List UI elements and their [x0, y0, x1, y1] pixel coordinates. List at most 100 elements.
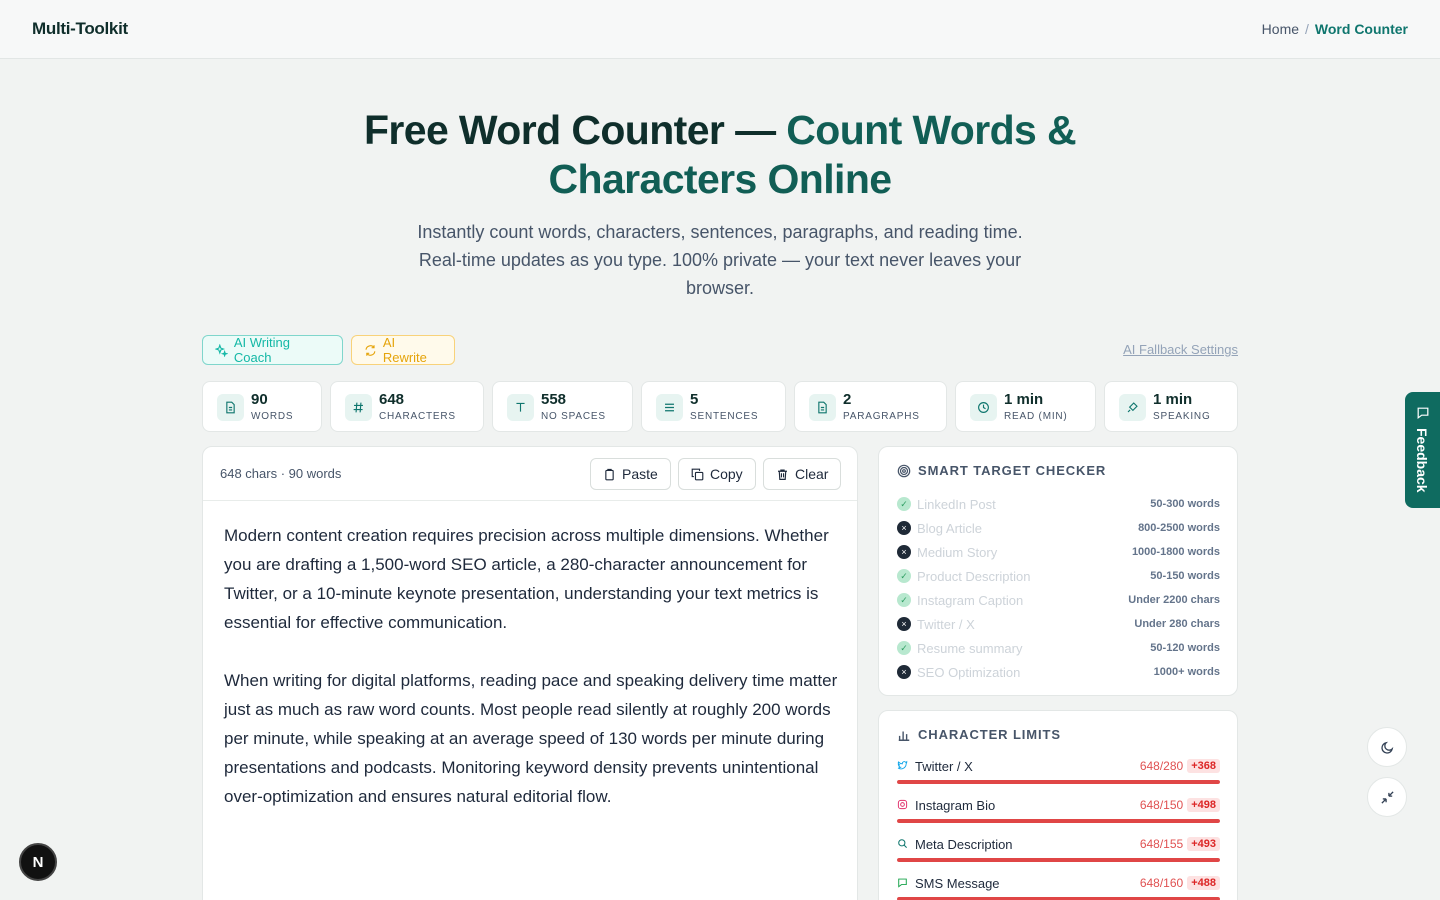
- target-row: ✓ Instagram Caption Under 2200 chars: [897, 592, 1220, 608]
- check-icon: ✓: [897, 641, 911, 655]
- smart-target-checker-panel: SMART TARGET CHECKER ✓ LinkedIn Post 50-30…: [878, 446, 1238, 696]
- paste-label: Paste: [622, 466, 658, 482]
- ai-writing-coach-label: AI Writing Coach: [233, 335, 290, 365]
- limit-progress-fill: [897, 858, 1220, 862]
- moon-icon: [1380, 741, 1393, 754]
- top-bar: Multi-Toolkit Home / Word Counter: [0, 0, 1440, 59]
- ai-writing-coach-button[interactable]: AI Writing Coach: [202, 335, 343, 365]
- check-icon: ✓: [897, 569, 911, 583]
- title-part1: Free Word Counter —: [363, 107, 787, 153]
- character-limits-panel: CHARACTER LIMITS Twitter / X 648/280 +368 I…: [878, 710, 1238, 900]
- stat-card-characters: 648 CHARACTERS: [330, 381, 484, 432]
- panel-title-text: SMART TARGET CHECKER: [918, 463, 1107, 478]
- clipboard-icon: [605, 468, 614, 480]
- title-part2: Count Words &: [786, 107, 1077, 153]
- target-row: × Twitter / X Under 280 chars: [897, 616, 1220, 632]
- target-name: Blog Article: [917, 520, 983, 536]
- stat-label: SPEAKING: [1153, 411, 1211, 422]
- message-icon: [897, 877, 909, 889]
- limit-count: 648/280: [1139, 759, 1184, 773]
- target-requirement: 800-2500 words: [1138, 522, 1220, 534]
- breadcrumb-separator: /: [1305, 21, 1309, 37]
- minimize-button[interactable]: [1367, 777, 1407, 817]
- limit-count: 648/155: [1139, 837, 1184, 851]
- stat-label: NO SPACES: [541, 411, 606, 422]
- paste-button[interactable]: Paste: [590, 458, 671, 490]
- limit-header: Meta Description 648/155 +493: [897, 835, 1220, 853]
- target-requirement: 1000+ words: [1153, 666, 1220, 678]
- dark-mode-toggle[interactable]: [1367, 727, 1407, 767]
- panel-title: SMART TARGET CHECKER: [897, 463, 1106, 478]
- breadcrumb-home-link[interactable]: Home: [1262, 21, 1299, 37]
- page-subtitle: Instantly count words, characters, sente…: [417, 222, 1023, 298]
- mic-icon: [1119, 394, 1146, 421]
- x-icon: ×: [897, 521, 911, 535]
- bar-chart-icon: [898, 731, 910, 741]
- editor-toolbar: 648 chars · 90 words Paste Copy Clear: [203, 447, 857, 501]
- nextjs-badge[interactable]: N: [19, 843, 57, 881]
- target-requirement: 50-150 words: [1150, 570, 1220, 582]
- limit-progress-track: [897, 858, 1220, 862]
- target-name: Instagram Caption: [917, 592, 1024, 608]
- limit-overflow-badge: +488: [1187, 876, 1220, 890]
- brand-logo[interactable]: Multi-Toolkit: [32, 19, 128, 39]
- text-editor-card: 648 chars · 90 words Paste Copy Clear Mo…: [202, 446, 858, 900]
- breadcrumb: Home / Word Counter: [1262, 21, 1408, 37]
- twitter-icon: [897, 760, 909, 772]
- target-requirement: 1000-1800 words: [1131, 546, 1220, 558]
- stat-label: WORDS: [251, 411, 294, 422]
- message-square-icon: [1417, 407, 1429, 420]
- breadcrumb-current: Word Counter: [1314, 21, 1408, 37]
- clear-label: Clear: [795, 466, 829, 482]
- target-row: × SEO Optimization 1000+ words: [897, 664, 1220, 680]
- target-icon: [897, 464, 911, 477]
- limit-name: SMS Message: [915, 875, 1000, 891]
- ai-rewrite-button[interactable]: AI Rewrite: [351, 335, 455, 365]
- stat-value: 558: [541, 391, 567, 408]
- sparkle-icon: [215, 343, 228, 357]
- limit-name: Twitter / X: [915, 758, 973, 774]
- lines-icon: [656, 394, 683, 421]
- limit-name: Instagram Bio: [915, 797, 996, 813]
- search-icon: [897, 838, 909, 850]
- target-row: ✓ Resume summary 50-120 words: [897, 640, 1220, 656]
- feedback-tab[interactable]: Feedback: [1405, 392, 1440, 508]
- limit-overflow-badge: +368: [1187, 759, 1220, 773]
- clear-button[interactable]: Clear: [763, 458, 842, 490]
- limit-count: 648/160: [1139, 876, 1184, 890]
- limit-row: Instagram Bio 648/150 +498: [897, 796, 1220, 823]
- copy-button[interactable]: Copy: [678, 458, 756, 490]
- limit-row: Meta Description 648/155 +493: [897, 835, 1220, 862]
- title-line2: Characters Online: [548, 156, 893, 202]
- editor-textarea[interactable]: Modern content creation requires precisi…: [224, 521, 840, 840]
- stat-value: 648: [379, 391, 405, 408]
- minimize-icon: [1380, 790, 1394, 804]
- stat-value: 90: [251, 391, 268, 408]
- check-icon: ✓: [897, 593, 911, 607]
- target-row: ✓ Product Description 50-150 words: [897, 568, 1220, 584]
- limit-name: Meta Description: [915, 836, 1013, 852]
- instagram-icon: [897, 799, 909, 811]
- stat-value: 5: [690, 391, 699, 408]
- stat-card-speaking: 1 min SPEAKING: [1104, 381, 1238, 432]
- refresh-icon: [365, 344, 376, 356]
- text-icon: [507, 394, 534, 421]
- target-name: LinkedIn Post: [917, 496, 996, 512]
- limit-progress-fill: [897, 819, 1220, 823]
- stat-label: PARAGRAPHS: [843, 411, 920, 422]
- target-name: Resume summary: [917, 640, 1023, 656]
- limit-header: SMS Message 648/160 +488: [897, 874, 1220, 892]
- target-requirement: 50-300 words: [1150, 498, 1220, 510]
- editor-paragraph: Modern content creation requires precisi…: [224, 526, 829, 632]
- stat-card-sentences: 5 SENTENCES: [641, 381, 786, 432]
- stat-value: 2: [843, 391, 852, 408]
- editor-counts: 648 chars · 90 words: [220, 466, 342, 481]
- ai-fallback-settings-link[interactable]: AI Fallback Settings: [1123, 342, 1238, 357]
- stat-card-read-time: 1 min READ (MIN): [955, 381, 1096, 432]
- limit-overflow-badge: +498: [1187, 798, 1220, 812]
- hash-icon: [345, 394, 372, 421]
- document-icon: [809, 394, 836, 421]
- copy-label: Copy: [710, 466, 743, 482]
- target-requirement: Under 280 chars: [1134, 618, 1220, 630]
- stat-label: READ (MIN): [1004, 411, 1068, 422]
